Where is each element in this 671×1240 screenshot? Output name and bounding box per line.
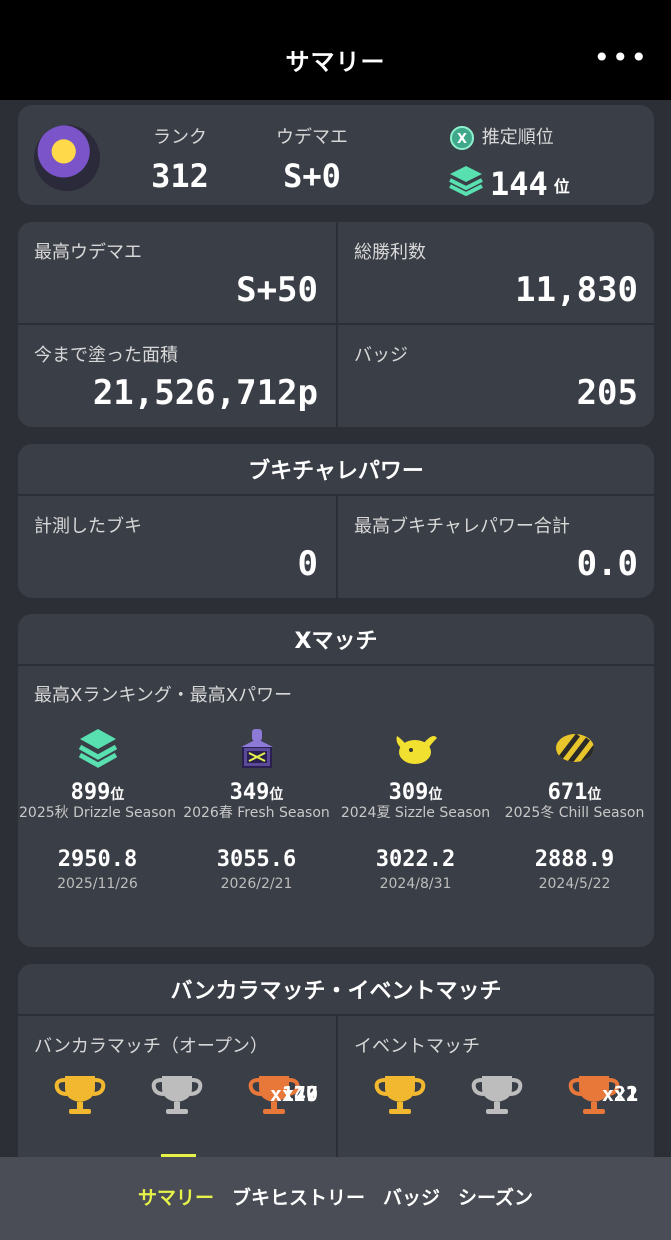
section-title: Xマッチ (18, 614, 654, 666)
x-rank-layer-icon (78, 729, 117, 768)
bronze-trophy: x1 (554, 1072, 638, 1120)
x-season: 2024夏 Sizzle Season (340, 805, 491, 821)
x-power-date: 2024/8/31 (379, 876, 452, 892)
x-rank-suffix: 位 (587, 787, 602, 803)
xmatch-entry: 349位 2026春 Fresh Season 3055.6 2026/2/21 (177, 724, 336, 892)
estimated-rank-suffix: 位 (553, 177, 570, 196)
trophy-count: x29 (281, 1082, 318, 1106)
bankara-open-label: バンカラマッチ（オープン） (34, 1036, 268, 1057)
max-udemae-value: S+50 (236, 270, 318, 310)
x-rank-suffix: 位 (428, 787, 443, 803)
x-season: 2026春 Fresh Season (183, 805, 330, 821)
x-power: 2888.9 (534, 847, 615, 872)
divider (336, 496, 338, 598)
app-header: サマリー ••• (0, 0, 671, 100)
x-power: 3055.6 (216, 847, 297, 872)
max-udemae-label: 最高ウデマエ (34, 242, 142, 263)
udemae-label: ウデマエ (276, 127, 348, 148)
avatar (34, 125, 100, 191)
divider (336, 1016, 338, 1157)
paint-area-cell: 今まで塗った面積 21,526,712p (18, 325, 336, 427)
bankara-event-card: バンカラマッチ・イベントマッチ バンカラマッチ（オープン） x147 x70 x… (18, 964, 654, 1157)
paint-area-label: 今まで塗った面積 (34, 345, 178, 366)
x-badge-icon: X (450, 126, 474, 150)
max-buki-power-label: 最高ブキチャレパワー合計 (354, 516, 570, 537)
measured-weapons-value: 0 (297, 544, 318, 584)
x-season: 2025冬 Chill Season (504, 805, 645, 821)
x-rank-layer-icon (449, 166, 483, 196)
bottom-tab-bar: サマリー ブキヒストリー バッジ シーズン (0, 1157, 671, 1240)
silver-trophy-icon (471, 1076, 523, 1114)
tab-badges[interactable]: バッジ (383, 1183, 440, 1210)
total-wins-value: 11,830 (515, 270, 638, 310)
max-buki-power-cell: 最高ブキチャレパワー合計 0.0 (338, 496, 656, 598)
badge-count-label: バッジ (354, 345, 408, 366)
x-rank-suffix: 位 (269, 787, 284, 803)
silver-trophy: x1 (457, 1072, 638, 1120)
x-power-date: 2026/2/21 (220, 876, 293, 892)
gold-trophy-icon (375, 1076, 426, 1114)
x-rank-suffix: 位 (110, 787, 125, 803)
section-title: バンカラマッチ・イベントマッチ (18, 964, 654, 1016)
gold-trophy-icon (55, 1076, 106, 1114)
profile-card: ランク 312 ウデマエ S+0 X 推定順位 144 位 (18, 105, 654, 205)
silver-trophy: x70 (137, 1072, 318, 1120)
xmatch-entry: 899位 2025秋 Drizzle Season 2950.8 2025/11… (18, 724, 177, 892)
x-power-date: 2025/11/26 (57, 876, 138, 892)
divider (18, 323, 654, 325)
x-power-date: 2024/5/22 (538, 876, 611, 892)
x-rank-value: 899 (70, 780, 111, 805)
tab-weapon-history[interactable]: ブキヒストリー (232, 1183, 365, 1210)
section-title: ブキチャレパワー (18, 444, 654, 496)
x-power: 2950.8 (57, 847, 138, 872)
measured-weapons-label: 計測したブキ (34, 516, 142, 537)
gold-trophy: x22 (360, 1072, 638, 1120)
xmatch-card: Xマッチ 最高Xランキング・最高Xパワー 899位 2025秋 Drizzle … (18, 614, 654, 947)
tower-icon (240, 729, 273, 768)
badge-count-cell: バッジ 205 (338, 325, 654, 427)
total-wins-label: 総勝利数 (354, 242, 426, 263)
udemae-block: ウデマエ S+0 (262, 123, 362, 195)
clam-icon (396, 736, 437, 764)
xmatch-entry: 309位 2024夏 Sizzle Season 3022.2 2024/8/3… (336, 724, 495, 892)
x-season: 2025秋 Drizzle Season (19, 805, 176, 821)
total-wins-cell: 総勝利数 11,830 (338, 222, 654, 324)
svg-text:X: X (457, 132, 467, 147)
buki-challenge-card: ブキチャレパワー 計測したブキ 0 最高ブキチャレパワー合計 0.0 (18, 444, 654, 598)
rank-block: ランク 312 (140, 123, 220, 195)
max-udemae-cell: 最高ウデマエ S+50 (18, 222, 336, 324)
estimated-rank-value: 144 (490, 165, 548, 203)
measured-weapons-cell: 計測したブキ 0 (18, 496, 336, 598)
xmatch-entry: 671位 2025冬 Chill Season 2888.9 2024/5/22 (495, 724, 654, 892)
estimated-rank-block: X 推定順位 144 位 (448, 123, 578, 203)
silver-trophy-icon (151, 1076, 203, 1114)
estimated-rank-label: 推定順位 (481, 127, 554, 148)
trophy-count: x1 (613, 1082, 638, 1106)
badge-count-value: 205 (576, 373, 638, 413)
tab-summary[interactable]: サマリー (138, 1183, 214, 1210)
rainmaker-icon (555, 734, 594, 762)
page-title: サマリー (285, 47, 386, 76)
x-rank-value: 349 (229, 780, 270, 805)
bankara-open-cell: バンカラマッチ（オープン） x147 x70 x29 (18, 1016, 336, 1157)
more-menu-icon[interactable]: ••• (593, 44, 649, 72)
udemae-value: S+0 (283, 157, 341, 195)
x-power: 3022.2 (375, 847, 456, 872)
x-rank-value: 309 (388, 780, 429, 805)
event-match-label: イベントマッチ (354, 1036, 480, 1057)
stats-card: 最高ウデマエ S+50 総勝利数 11,830 今まで塗った面積 21,526,… (18, 222, 654, 427)
paint-area-value: 21,526,712p (92, 373, 318, 413)
rank-value: 312 (151, 157, 209, 195)
event-match-cell: イベントマッチ x22 x1 x1 (338, 1016, 656, 1157)
xmatch-subtitle: 最高Xランキング・最高Xパワー (34, 685, 293, 706)
scroll-content[interactable]: ランク 312 ウデマエ S+0 X 推定順位 144 位 最高ウデマエ S+5… (0, 100, 671, 1157)
max-buki-power-value: 0.0 (576, 544, 638, 584)
x-rank-value: 671 (547, 780, 588, 805)
rank-label: ランク (153, 127, 207, 148)
gold-trophy: x147 (40, 1072, 318, 1120)
tab-seasons[interactable]: シーズン (458, 1183, 533, 1210)
